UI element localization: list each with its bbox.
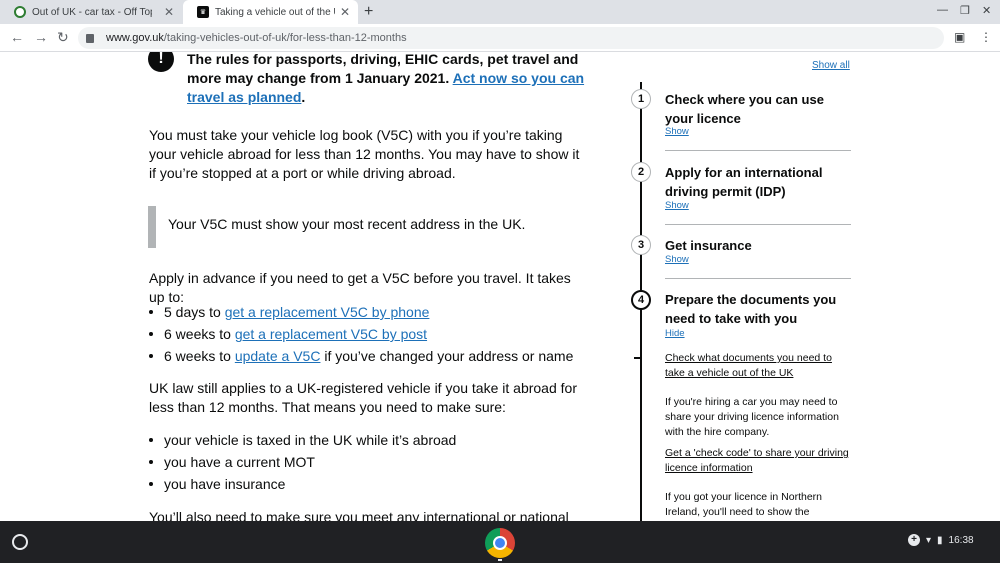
inset-text: Your V5C must show your most recent addr… [168,216,526,232]
os-taskbar: + ▾ ▮ 16:38 [0,521,1000,563]
inset-bar [148,206,156,248]
timing-list: 5 days to get a replacement V5C by phone… [149,301,573,367]
step-divider [665,150,851,151]
add-icon: + [908,534,920,546]
international-paragraph: You’ll also need to make sure you meet a… [149,509,569,521]
step-title-1[interactable]: Check where you can use your licence [665,90,845,128]
update-v5c-link[interactable]: update a V5C [235,348,321,364]
tab-forum[interactable]: Out of UK - car tax - Off Topic Ch ✕ [0,0,182,24]
reload-icon[interactable]: ↻ [57,29,69,46]
list-item: you have insurance [149,473,456,495]
step-number-4: 4 [631,290,651,310]
lock-icon [86,33,94,43]
profile-icon[interactable]: ▣ [954,30,965,44]
requirements-list: your vehicle is taxed in the UK while it… [149,429,456,495]
tab-title: Out of UK - car tax - Off Topic Ch [32,6,152,18]
status-tray[interactable]: + ▾ ▮ 16:38 [908,534,974,546]
uk-law-paragraph: UK law still applies to a UK-registered … [149,380,577,415]
page-content: ! The rules for passports, driving, EHIC… [0,52,1000,521]
forward-icon[interactable]: → [34,29,48,45]
step-number-3: 3 [631,235,651,255]
clock: 16:38 [948,534,974,546]
list-item: 6 weeks to get a replacement V5C by post [149,323,573,345]
list-item: your vehicle is taxed in the UK while it… [149,429,456,451]
gov-uk-favicon-icon: ♛ [197,6,209,18]
running-indicator [498,559,502,561]
replacement-post-link[interactable]: get a replacement V5C by post [235,326,427,342]
step-title-3[interactable]: Get insurance [665,236,845,255]
step-number-1: 1 [631,89,651,109]
show-all-link[interactable]: Show all [812,60,850,71]
browser-toolbar: ← → ↻ www.gov.uk/taking-vehicles-out-of-… [0,24,1000,52]
step-number-2: 2 [631,162,651,182]
check-code-link[interactable]: Get a 'check code' to share your driving… [665,446,853,476]
tab-title: Taking a vehicle out of the UK: F [215,6,335,18]
step-toggle-2[interactable]: Show [665,200,689,211]
step-title-4[interactable]: Prepare the documents you need to take w… [665,290,845,328]
list-item: you have a current MOT [149,451,456,473]
step-toggle-4[interactable]: Hide [665,328,685,339]
restore-icon[interactable]: ❐ [960,4,970,17]
transition-warning: The rules for passports, driving, EHIC c… [187,52,585,105]
check-documents-link[interactable]: Check what documents you need to take a … [665,351,853,381]
log-book-paragraph: You must take your vehicle log book (V5C… [149,127,580,181]
menu-icon[interactable]: ⋮ [980,30,992,44]
replacement-phone-link[interactable]: get a replacement V5C by phone [225,304,430,320]
chrome-app-icon[interactable] [485,528,515,558]
minimize-icon[interactable]: — [937,4,948,16]
close-tab-icon[interactable]: ✕ [340,5,350,19]
address-bar[interactable]: www.gov.uk/taking-vehicles-out-of-uk/for… [78,27,944,49]
close-tab-icon[interactable]: ✕ [164,5,174,19]
close-window-icon[interactable]: ✕ [982,4,991,17]
tab-gov-uk[interactable]: ♛ Taking a vehicle out of the UK: F ✕ [183,0,358,24]
hire-car-paragraph: If you're hiring a car you may need to s… [665,396,839,438]
northern-ireland-paragraph: If you got your licence in Northern Irel… [665,491,822,518]
list-item: 5 days to get a replacement V5C by phone [149,301,573,323]
forum-favicon-icon [14,6,26,18]
url-host: www.gov.uk [106,32,164,44]
step-title-2[interactable]: Apply for an international driving permi… [665,163,845,201]
step-toggle-1[interactable]: Show [665,126,689,137]
step-toggle-3[interactable]: Show [665,254,689,265]
wifi-icon: ▾ [926,534,932,546]
tab-strip: Out of UK - car tax - Off Topic Ch ✕ ♛ T… [0,0,1000,24]
new-tab-button[interactable]: + [364,3,373,21]
step-divider [665,224,851,225]
battery-icon: ▮ [937,534,943,546]
back-icon[interactable]: ← [10,29,24,45]
warning-icon: ! [148,52,174,72]
launcher-icon[interactable] [12,534,28,550]
substep-marker [634,357,642,359]
list-item: 6 weeks to update a V5C if you’ve change… [149,345,573,367]
step-divider [665,278,851,279]
url-path: /taking-vehicles-out-of-uk/for-less-than… [163,32,407,44]
